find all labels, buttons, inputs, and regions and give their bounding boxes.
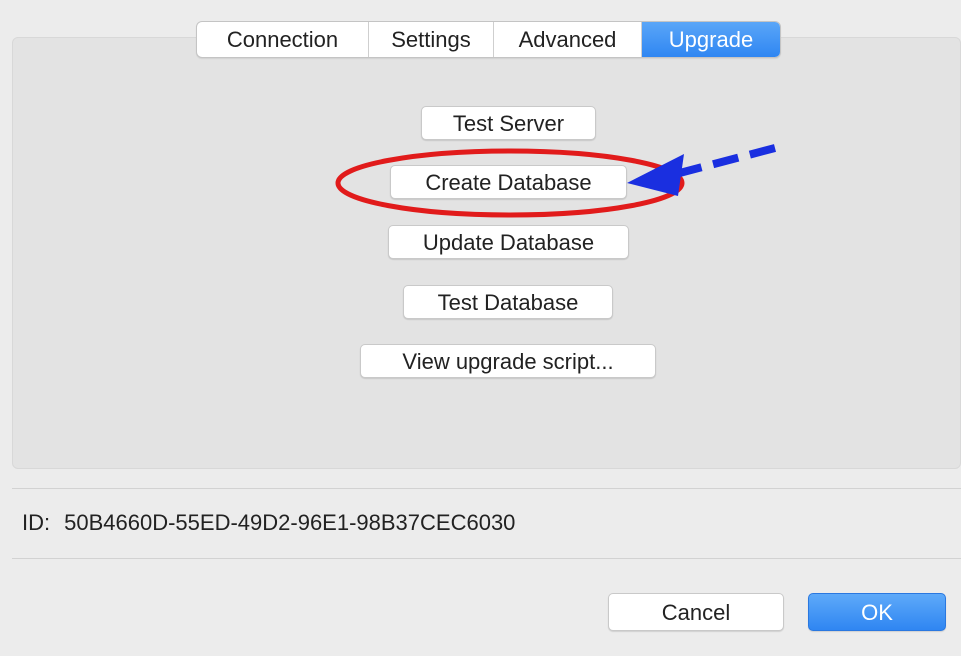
tab-upgrade[interactable]: Upgrade (642, 22, 780, 57)
ok-button[interactable]: OK (808, 593, 946, 631)
id-value: 50B4660D-55ED-49D2-96E1-98B37CEC6030 (64, 510, 516, 535)
cancel-button[interactable]: Cancel (608, 593, 784, 631)
id-row: ID: 50B4660D-55ED-49D2-96E1-98B37CEC6030 (22, 510, 515, 536)
tab-settings[interactable]: Settings (369, 22, 494, 57)
create-database-button[interactable]: Create Database (390, 165, 627, 199)
divider (12, 488, 961, 489)
view-upgrade-script-button[interactable]: View upgrade script... (360, 344, 656, 378)
divider (12, 558, 961, 559)
connection-dialog: Connection Settings Advanced Upgrade Tes… (0, 0, 961, 656)
update-database-button[interactable]: Update Database (388, 225, 629, 259)
test-database-button[interactable]: Test Database (403, 285, 613, 319)
id-label: ID: (22, 510, 51, 535)
tab-connection[interactable]: Connection (197, 22, 369, 57)
tab-bar: Connection Settings Advanced Upgrade (196, 21, 781, 58)
tab-advanced[interactable]: Advanced (494, 22, 642, 57)
test-server-button[interactable]: Test Server (421, 106, 596, 140)
